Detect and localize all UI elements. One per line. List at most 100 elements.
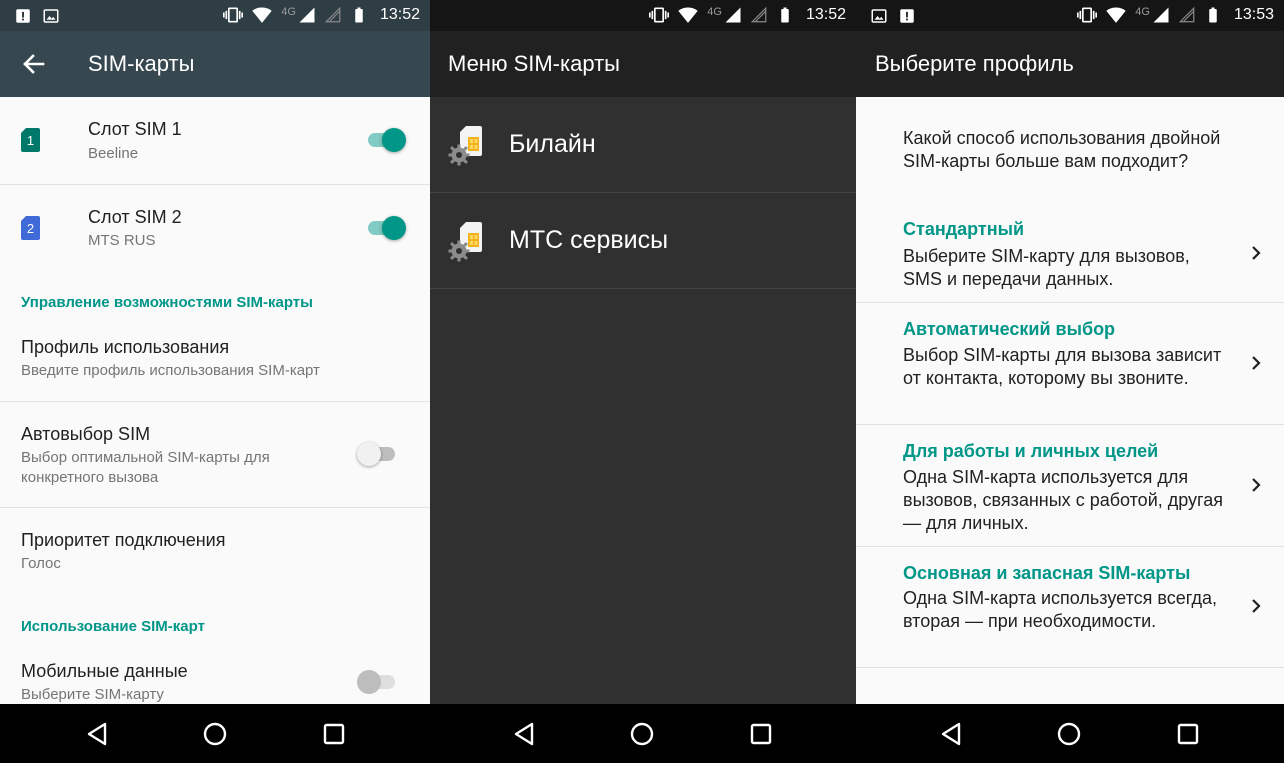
chevron-right-icon [1248,245,1264,261]
svg-text:1: 1 [27,133,34,148]
sim-slot-2-operator: MTS RUS [88,232,156,249]
status-bar: 4G 13:52 [0,0,430,31]
profile-options: Какой способ использования двойной SIM-к… [856,97,1284,704]
navigation-bar [0,704,430,763]
status-time: 13:52 [379,6,420,23]
auto-select-sim-switch[interactable] [357,439,397,469]
sim-slot-1-operator: Beeline [88,145,139,162]
connection-priority-label: Приоритет подключения [21,530,226,550]
sim-settings-screen: 4G 13:52 SIM-карты 1 Слот SIM 1 Beeline [0,0,430,763]
sim-card-icon: 2 [21,216,40,240]
signal-icon [724,6,742,24]
mobile-data-switch[interactable] [357,667,397,697]
navigation-bar [856,704,1284,763]
option-primary-backup[interactable]: Основная и запасная SIM-карты Одна SIM-к… [856,547,1284,667]
option-title: Стандартный [903,219,1025,239]
navigation-bar [430,704,856,763]
nav-back-icon[interactable] [937,719,967,749]
svg-text:2: 2 [27,221,34,236]
sim-menu-screen: 4G 13:52 Меню SIM-карты Билайн МТС серви… [430,0,856,763]
battery-icon [1204,5,1222,25]
wifi-icon [677,5,699,25]
option-standard[interactable]: Стандартный Выберите SIM-карту для вызов… [856,201,1284,303]
network-type: 4G [707,6,722,18]
option-title: Основная и запасная SIM-карты [903,563,1191,583]
signal-empty-icon [750,6,768,24]
mobile-data-summary: Выберите SIM-карту [21,686,164,703]
section-header-manage: Управление возможностями SIM-карты [21,294,313,311]
image-notification-icon [870,7,888,25]
nav-recents-icon[interactable] [319,719,349,749]
nav-back-icon[interactable] [83,719,113,749]
sim-slot-1-label: Слот SIM 1 [88,119,182,139]
signal-empty-icon [1178,6,1196,24]
option-description: Выбор SIM-карты для вызова зависит от ко… [903,345,1222,388]
signal-icon [1152,6,1170,24]
option-title: Для работы и личных целей [903,441,1159,461]
page-title: Выберите профиль [875,51,1074,76]
settings-list: 1 Слот SIM 1 Beeline 2 Слот SIM 2 MTS RU… [0,97,430,704]
sim-toolkit-icon [448,220,490,262]
mobile-data-row[interactable]: Мобильные данные Выберите SIM-карту [0,645,430,704]
option-description: Одна SIM-карта используется для вызовов,… [903,467,1223,533]
divider [856,667,1284,668]
wifi-icon [251,5,273,25]
nav-back-icon[interactable] [510,719,540,749]
alert-notification-icon [898,7,916,25]
usage-profile-summary: Введите профиль использования SIM-карт [21,362,320,379]
option-work-personal[interactable]: Для работы и личных целей Одна SIM-карта… [856,425,1284,546]
sim-menu-list: Билайн МТС сервисы [430,97,856,704]
usage-profile-label: Профиль использования [21,337,230,357]
menu-item-mts[interactable]: МТС сервисы [430,193,856,289]
sim-slot-1-switch[interactable] [366,125,406,155]
usage-profile-row[interactable]: Профиль использования Введите профиль ис… [0,319,430,401]
wifi-icon [1105,5,1127,25]
sim-slot-2-row[interactable]: 2 Слот SIM 2 MTS RUS [0,185,430,272]
connection-priority-row[interactable]: Приоритет подключения Голос [0,508,430,598]
auto-select-sim-summary: Выбор оптимальной SIM-карты для конкретн… [21,449,270,486]
mobile-data-label: Мобильные данные [21,661,188,681]
option-description: Одна SIM-карта используется всегда, втор… [903,588,1217,631]
option-title: Автоматический выбор [903,319,1116,339]
choose-profile-screen: 4G 13:53 Выберите профиль Какой способ и… [856,0,1284,763]
nav-home-icon[interactable] [627,719,657,749]
menu-item-label: Билайн [509,130,596,158]
sim-toolkit-icon [448,124,490,166]
sim-slot-1-row[interactable]: 1 Слот SIM 1 Beeline [0,97,430,184]
menu-item-beeline[interactable]: Билайн [430,97,856,193]
vibrate-icon [223,5,243,25]
auto-select-sim-label: Автовыбор SIM [21,424,151,444]
status-time: 13:53 [1233,6,1274,23]
auto-select-sim-row[interactable]: Автовыбор SIM Выбор оптимальной SIM-карт… [0,402,430,507]
profile-question: Какой способ использования двойной SIM-к… [903,128,1221,171]
status-bar: 4G 13:53 [856,0,1284,31]
battery-icon [350,5,368,25]
nav-home-icon[interactable] [200,719,230,749]
battery-icon [776,5,794,25]
chevron-right-icon [1248,355,1264,371]
page-title: Меню SIM-карты [448,51,620,76]
nav-recents-icon[interactable] [1173,719,1203,749]
sim-slot-2-label: Слот SIM 2 [88,207,182,227]
option-description: Выберите SIM-карту для вызовов, SMS и пе… [903,246,1190,289]
connection-priority-summary: Голос [21,555,61,572]
sim-slot-2-switch[interactable] [366,213,406,243]
nav-recents-icon[interactable] [746,719,776,749]
app-bar: Меню SIM-карты [430,31,856,97]
signal-icon [298,6,316,24]
option-automatic[interactable]: Автоматический выбор Выбор SIM-карты для… [856,303,1284,424]
network-type: 4G [1135,6,1150,18]
app-bar: SIM-карты [0,31,430,97]
nav-home-icon[interactable] [1054,719,1084,749]
app-bar: Выберите профиль [856,31,1284,97]
chevron-right-icon [1248,598,1264,614]
menu-item-label: МТС сервисы [509,226,669,254]
image-notification-icon [42,7,60,25]
status-bar: 4G 13:52 [430,0,856,31]
page-title: SIM-карты [88,51,195,76]
section-header-usage: Использование SIM-карт [21,618,205,635]
back-arrow-icon[interactable] [18,49,48,79]
status-time: 13:52 [805,6,846,23]
chevron-right-icon [1248,477,1264,493]
sim-card-icon: 1 [21,128,40,152]
